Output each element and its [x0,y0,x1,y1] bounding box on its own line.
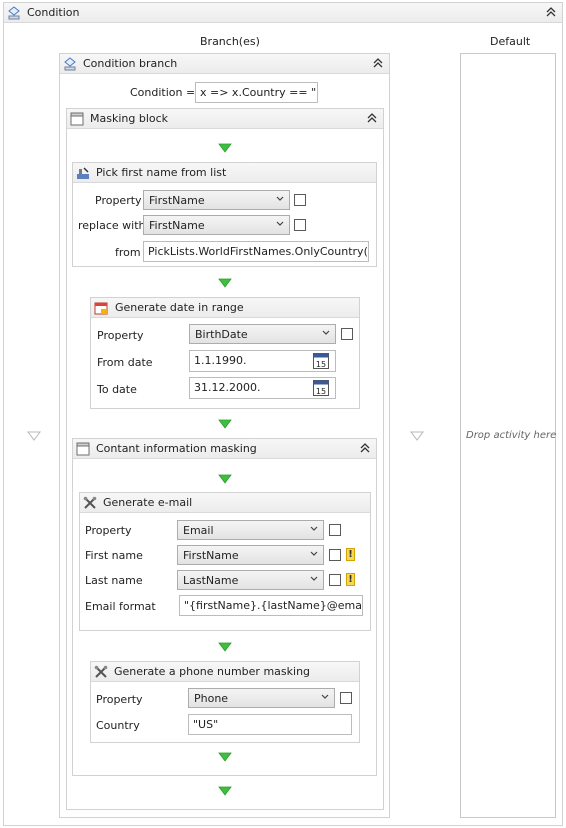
contact-masking-title: Contant information masking [96,442,257,455]
flow-arrow-icon[interactable] [218,474,232,484]
email-property-checkbox[interactable] [329,524,341,536]
phone-property-value: Phone [194,692,229,705]
flow-arrow-icon[interactable] [218,143,232,153]
country-input[interactable]: "US" [188,714,352,735]
svg-text:15: 15 [316,387,326,396]
drop-activity-hint: Drop activity here [466,430,557,441]
condition-expression-input[interactable]: x => x.Country == "US" [195,82,318,103]
pick-property-select[interactable]: FirstName [143,190,290,210]
first-name-checkbox[interactable] [329,549,341,561]
flow-arrow-icon[interactable] [218,419,232,429]
default-drop-zone[interactable]: Drop activity here [460,53,556,818]
last-name-checkbox[interactable] [329,574,341,586]
condition-branch-header[interactable]: Condition branch [60,54,389,74]
condition-branch-icon [63,57,77,71]
condition-title: Condition [27,6,80,19]
warning-icon: ! [346,548,355,561]
default-drop-arrow-icon[interactable] [410,431,424,441]
last-name-value: LastName [183,574,239,587]
pick-list-icon [76,166,90,180]
from-label: from [115,246,141,259]
contact-masking-header[interactable]: Contant information masking [73,439,376,459]
masking-block-title: Masking block [90,112,169,125]
condition-branch-title: Condition branch [83,57,178,70]
country-label: Country [96,719,140,732]
collapse-contact-masking-icon[interactable] [358,441,372,455]
chevron-down-icon [276,221,284,227]
branch-drop-arrow-icon[interactable] [27,431,41,441]
replace-with-label: replace with [78,219,146,232]
condition-icon [7,6,21,20]
replace-with-value: FirstName [149,219,205,232]
collapse-masking-block-icon[interactable] [365,111,379,125]
replace-with-checkbox[interactable] [294,219,306,231]
date-range-header[interactable]: Generate date in range [91,298,359,318]
calendar-generator-icon [94,301,108,315]
chevron-down-icon [310,526,318,532]
last-name-label: Last name [85,574,143,587]
email-property-value: Email [183,524,214,537]
svg-text:15: 15 [316,360,326,369]
calendar-icon[interactable]: 15 [313,380,329,396]
masking-block-header[interactable]: Masking block [67,109,383,129]
tools-icon [83,496,97,510]
flow-arrow-icon[interactable] [218,752,232,762]
flow-arrow-icon[interactable] [218,278,232,288]
pick-property-checkbox[interactable] [294,194,306,206]
flow-arrow-icon[interactable] [218,642,232,652]
email-property-select[interactable]: Email [177,520,324,540]
email-title: Generate e-mail [103,496,193,509]
phone-property-checkbox[interactable] [340,692,352,704]
email-format-input[interactable]: "{firstName}.{lastName}@email.com" [179,595,363,616]
last-name-select[interactable]: LastName [177,570,324,590]
pick-first-name-header[interactable]: Pick first name from list [73,163,376,183]
phone-property-label: Property [96,693,143,706]
chevron-down-icon [276,196,284,202]
calendar-icon[interactable]: 15 [313,353,329,369]
chevron-down-icon [321,694,329,700]
from-date-label: From date [97,356,153,369]
pick-property-value: FirstName [149,194,205,207]
chevron-down-icon [322,330,330,336]
collapse-branch-icon[interactable] [371,56,385,70]
default-column-header: Default [490,35,531,48]
replace-with-select[interactable]: FirstName [143,215,290,235]
condition-header[interactable]: Condition [4,3,562,23]
flow-arrow-icon[interactable] [218,786,232,796]
date-property-value: BirthDate [195,328,248,341]
condition-label: Condition = [130,86,196,99]
first-name-label: First name [85,549,143,562]
phone-header[interactable]: Generate a phone number masking [91,662,359,682]
pick-first-name-title: Pick first name from list [96,166,227,179]
email-property-label: Property [85,524,132,537]
email-header[interactable]: Generate e-mail [80,493,370,513]
first-name-value: FirstName [183,549,239,562]
block-icon [76,442,90,456]
phone-title: Generate a phone number masking [114,665,311,678]
date-property-checkbox[interactable] [341,328,353,340]
chevron-down-icon [310,576,318,582]
collapse-condition-icon[interactable] [544,5,558,19]
from-list-input[interactable]: PickLists.WorldFirstNames.OnlyCountry("U… [143,241,369,262]
first-name-select[interactable]: FirstName [177,545,324,565]
chevron-down-icon [310,551,318,557]
date-property-label: Property [97,329,144,342]
branches-column-header: Branch(es) [200,35,260,48]
email-format-label: Email format [85,600,156,613]
date-range-title: Generate date in range [115,301,244,314]
phone-property-select[interactable]: Phone [188,688,335,708]
date-property-select[interactable]: BirthDate [189,324,336,344]
warning-icon: ! [346,573,355,586]
block-icon [70,112,84,126]
pick-property-label: Property [95,194,142,207]
to-date-label: To date [97,383,137,396]
tools-icon [94,665,108,679]
